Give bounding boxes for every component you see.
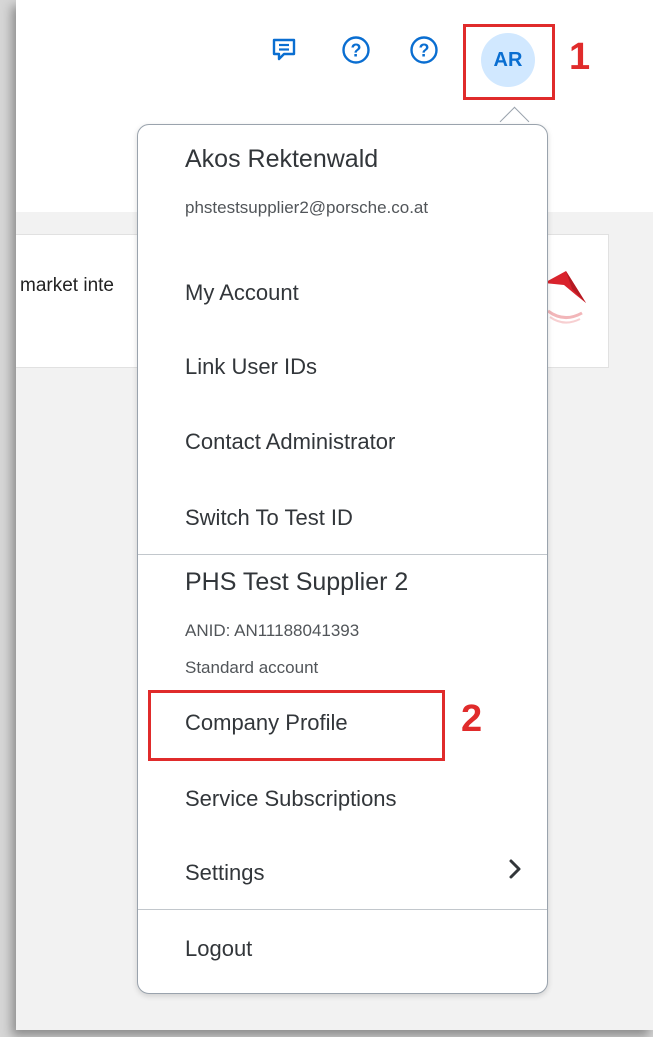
menu-item-settings[interactable]: Settings <box>185 860 265 886</box>
menu-item-switch-to-test-id[interactable]: Switch To Test ID <box>185 505 353 531</box>
chat-icon[interactable] <box>264 30 304 70</box>
annotation-number-2: 2 <box>461 698 483 740</box>
annotation-box-2 <box>148 690 445 761</box>
svg-text:?: ? <box>419 41 430 61</box>
user-name: Akos Rektenwald <box>185 145 379 173</box>
menu-divider <box>138 909 547 910</box>
menu-item-logout[interactable]: Logout <box>185 936 252 962</box>
menu-divider <box>138 554 547 555</box>
chevron-right-icon <box>508 858 522 885</box>
user-menu-popover: Akos Rektenwald phstestsupplier2@porsche… <box>137 124 548 994</box>
company-name: PHS Test Supplier 2 <box>185 568 409 596</box>
menu-item-service-subscriptions[interactable]: Service Subscriptions <box>185 786 397 812</box>
svg-text:?: ? <box>351 41 362 61</box>
user-email: phstestsupplier2@porsche.co.at <box>185 198 429 217</box>
menu-item-contact-administrator[interactable]: Contact Administrator <box>185 429 395 455</box>
account-type: Standard account <box>185 658 319 677</box>
annotation-number-1: 1 <box>569 36 591 78</box>
app-window: ? ? AR 1 market inte Akos Rektenwald phs… <box>16 0 653 1030</box>
annotation-box-1 <box>463 24 555 100</box>
company-anid: ANID: AN11188041393 <box>185 621 360 640</box>
menu-item-my-account[interactable]: My Account <box>185 280 299 306</box>
banner-text: market inte <box>20 275 114 296</box>
help-icon[interactable]: ? <box>336 30 376 70</box>
help-icon[interactable]: ? <box>404 30 444 70</box>
menu-item-link-user-ids[interactable]: Link User IDs <box>185 354 317 380</box>
